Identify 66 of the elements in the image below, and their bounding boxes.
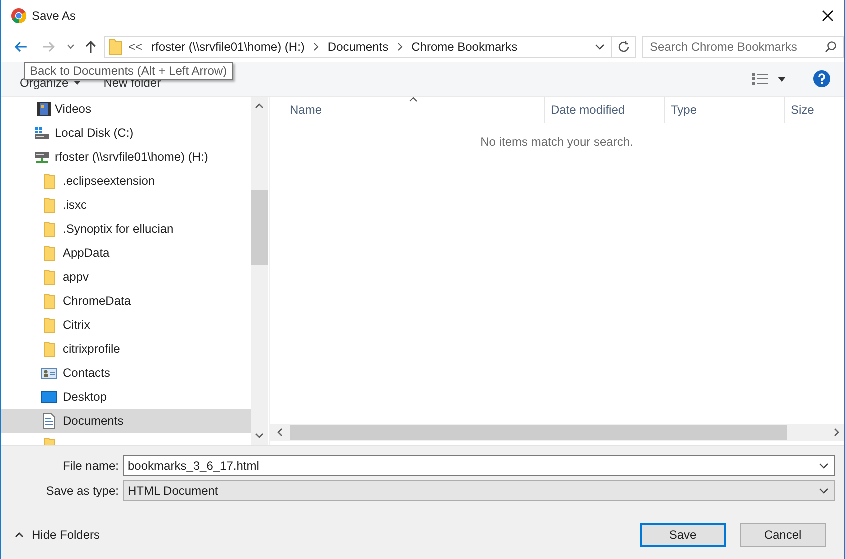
sidebar-item[interactable]: .Synoptix for ellucian [1, 217, 251, 241]
search-field[interactable]: Search Chrome Bookmarks [642, 36, 844, 58]
refresh-icon [618, 41, 630, 53]
tooltip: Back to Documents (Alt + Left Arrow) [24, 62, 234, 80]
sidebar-item[interactable]: ChromeData [1, 289, 251, 313]
close-icon[interactable] [822, 10, 834, 22]
folder-icon [108, 39, 122, 55]
overflow-chevron[interactable]: << [128, 38, 143, 56]
empty-message: No items match your search. [480, 134, 634, 149]
refresh-button[interactable] [612, 36, 636, 58]
view-options-icon[interactable] [752, 73, 768, 85]
sidebar-item[interactable]: .isxc [1, 193, 251, 217]
help-icon[interactable] [813, 70, 831, 88]
dropdown-caret-icon[interactable] [66, 44, 75, 50]
vertical-scrollbar[interactable] [251, 97, 268, 445]
address-bar[interactable]: << rfoster (\\srvfile01\home) (H:) Documents Chrome Bookmarks [104, 36, 612, 58]
desktop-icon [41, 389, 57, 405]
caret-icon[interactable] [778, 76, 786, 82]
chevron-right-icon [398, 43, 403, 51]
scroll-down-icon[interactable] [255, 433, 264, 439]
videos-icon [36, 101, 52, 117]
window-title: Save As [32, 8, 76, 25]
breadcrumb[interactable]: Chrome Bookmarks [412, 38, 518, 56]
file-name-field[interactable]: bookmarks_3_6_17.html [123, 455, 835, 476]
scroll-up-icon[interactable] [255, 103, 264, 109]
up-arrow-icon[interactable] [84, 40, 97, 54]
column-header[interactable]: Type [664, 97, 784, 123]
back-arrow-icon[interactable] [14, 41, 28, 53]
chevron-up-icon [15, 532, 24, 538]
breadcrumb[interactable]: rfoster (\\srvfile01\home) (H:) [152, 38, 305, 56]
network-drive-icon [34, 149, 50, 165]
hide-folders-button[interactable]: Hide Folders [15, 526, 100, 544]
sidebar-item[interactable]: Videos [1, 97, 251, 121]
sidebar-item[interactable]: rfoster (\\srvfile01\home) (H:) [1, 145, 251, 169]
column-header[interactable]: Name [270, 97, 544, 123]
cancel-button[interactable]: Cancel [740, 523, 826, 547]
column-header[interactable]: Date modified [544, 97, 664, 123]
breadcrumb[interactable]: Documents [328, 38, 389, 56]
sidebar-item[interactable]: appv [1, 265, 251, 289]
save-button[interactable]: Save [640, 523, 726, 547]
dropdown-caret-icon[interactable] [595, 44, 606, 50]
scrollbar-thumb[interactable] [251, 190, 268, 265]
sidebar-item[interactable]: AppData [1, 241, 251, 265]
app-icon [11, 8, 27, 24]
dropdown-caret-icon [819, 488, 829, 494]
dropdown-caret-icon [819, 462, 829, 468]
scroll-left-icon[interactable] [277, 428, 283, 437]
scrollbar-thumb[interactable] [290, 425, 787, 440]
field-label: File name: [62, 458, 120, 474]
disk-icon [34, 125, 50, 141]
column-header[interactable]: Size [784, 97, 844, 123]
sidebar-item[interactable]: Local Disk (C:) [1, 121, 251, 145]
sidebar-item[interactable]: Citrix [1, 313, 251, 337]
scroll-right-icon[interactable] [834, 428, 840, 437]
sidebar-item[interactable]: .eclipseextension [1, 169, 251, 193]
field-label: Save as type: [45, 482, 120, 500]
contacts-icon [41, 365, 57, 381]
documents-icon [41, 413, 57, 429]
chevron-right-icon [314, 43, 319, 51]
sidebar-item[interactable]: Contacts [1, 361, 251, 385]
horizontal-scrollbar[interactable] [270, 424, 844, 441]
sidebar-item[interactable]: citrixprofile [1, 337, 251, 361]
sidebar-item[interactable]: Desktop [1, 385, 251, 409]
file-type-dropdown[interactable]: HTML Document [123, 480, 835, 501]
sidebar-item[interactable]: Documents [1, 409, 251, 433]
search-icon[interactable] [825, 41, 838, 53]
